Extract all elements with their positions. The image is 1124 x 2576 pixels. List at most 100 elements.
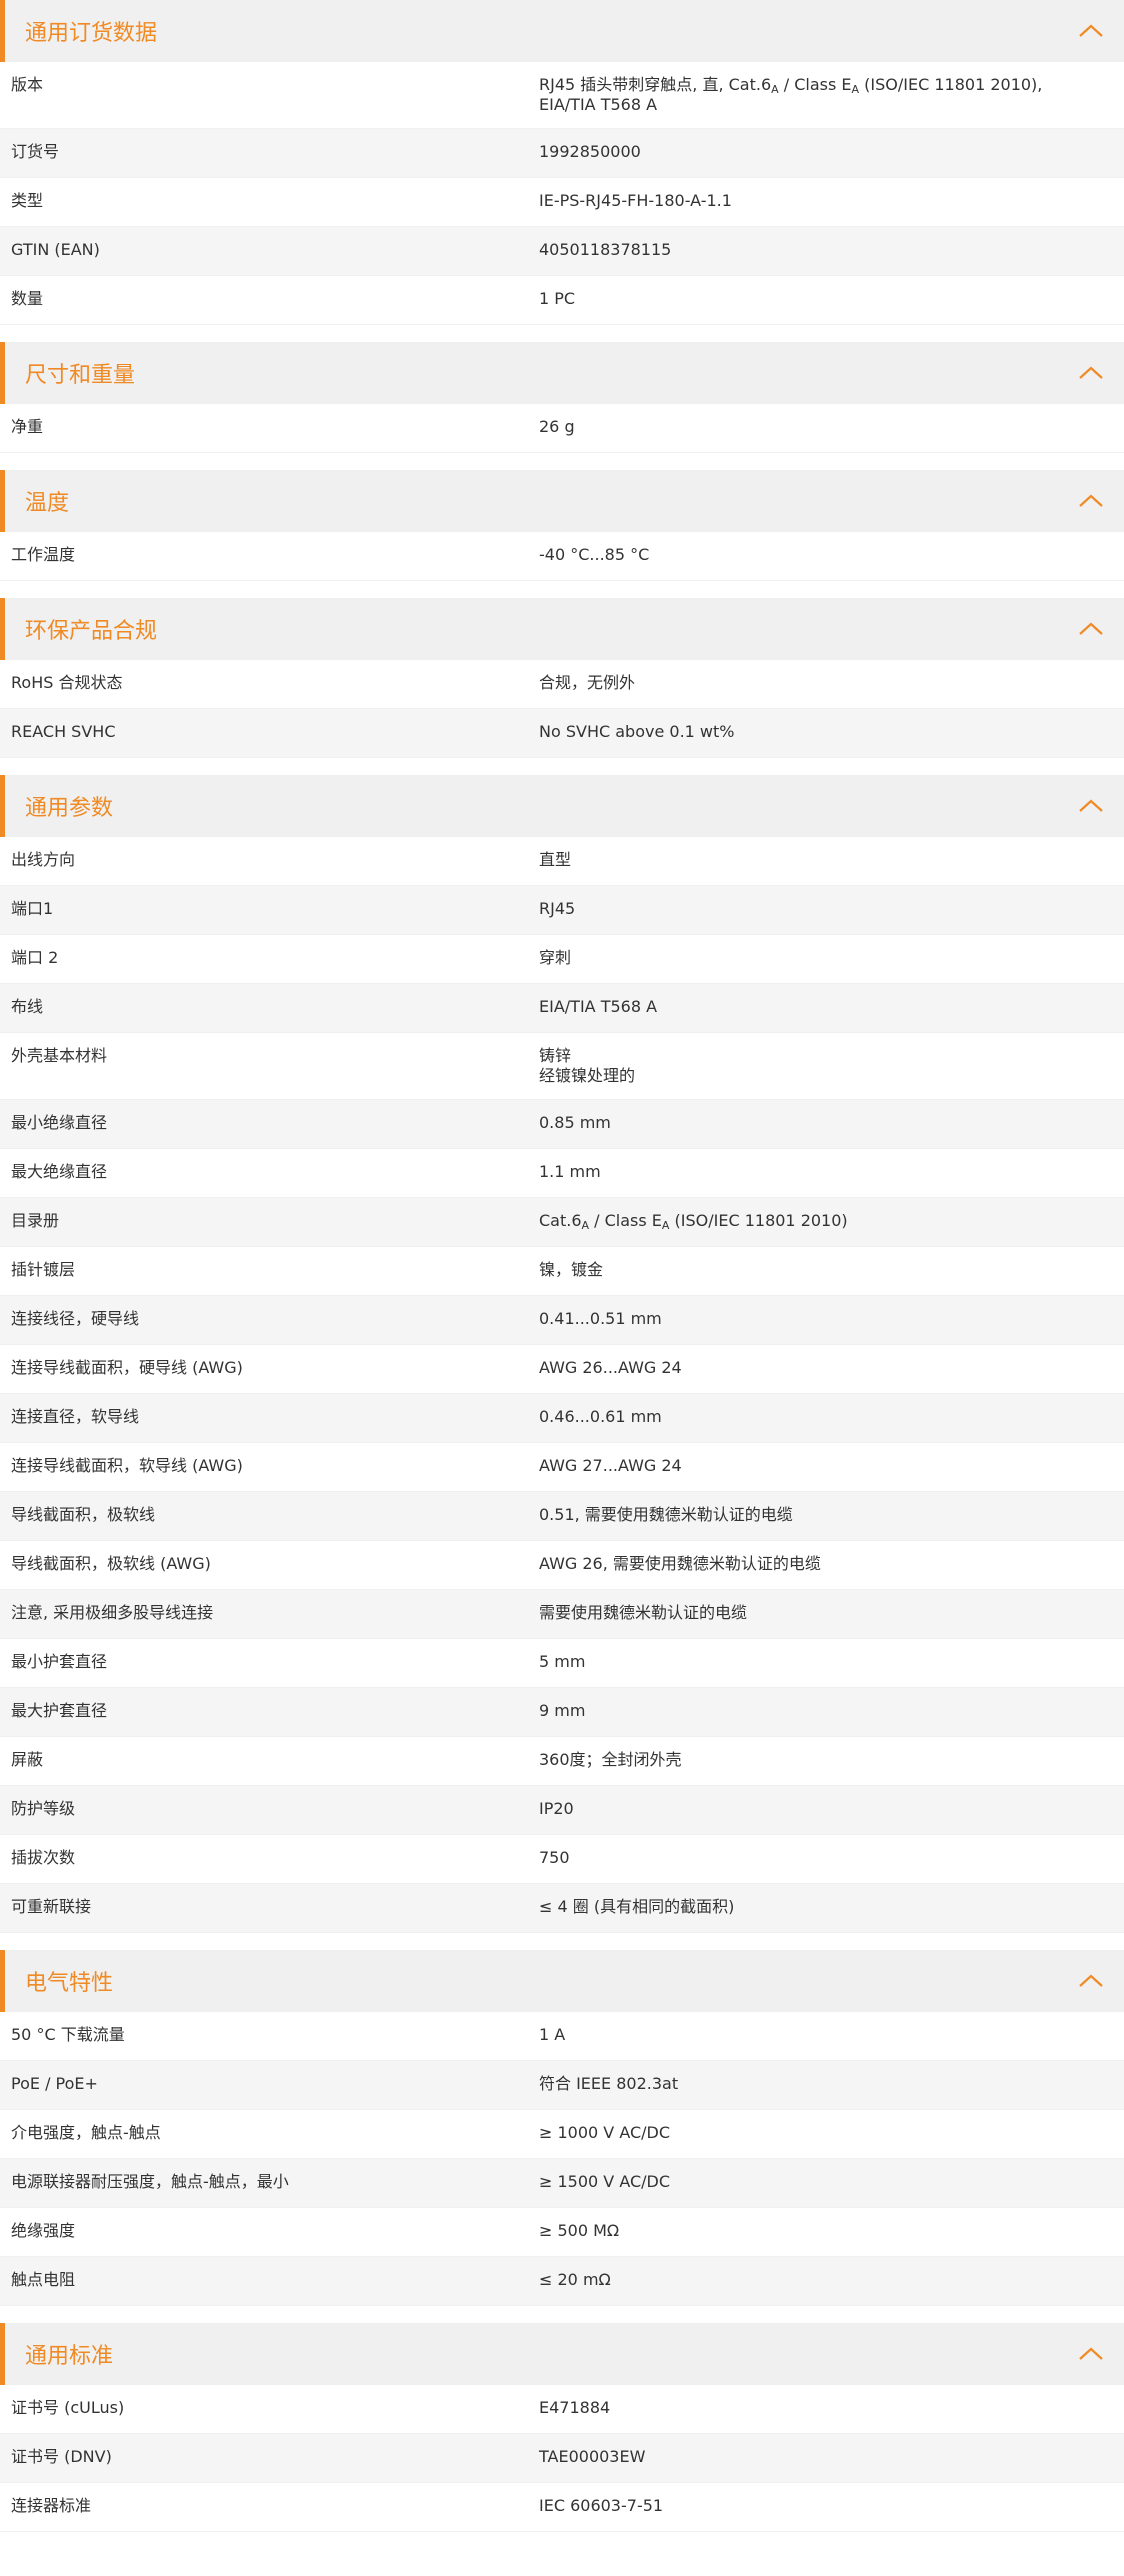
spec-value-part: (ISO/IEC 11801 2010) <box>669 1211 848 1230</box>
spec-label: GTIN (EAN) <box>11 240 100 259</box>
section-body: 版本 RJ45 插头带刺穿触点, 直, Cat.6A / Class EA (IS… <box>0 62 1124 325</box>
spec-row: 连接线径，硬导线 0.41...0.51 mm <box>0 1296 1124 1345</box>
section-header-electrical-characteristics[interactable]: 电气特性 <box>0 1950 1124 2012</box>
spec-row: 最大护套直径 9 mm <box>0 1688 1124 1737</box>
spec-label: 绝缘强度 <box>11 2221 76 2240</box>
spec-row: 外壳基本材料 铸锌 经镀镍处理的 <box>0 1033 1124 1100</box>
section-header-dimensions-weight[interactable]: 尺寸和重量 <box>0 342 1124 404</box>
chevron-up-icon[interactable] <box>1078 621 1104 637</box>
spec-label: 插拔次数 <box>11 1848 76 1867</box>
spec-value: AWG 27...AWG 24 <box>539 1456 682 1475</box>
chevron-up-icon[interactable] <box>1078 798 1104 814</box>
spec-label: 屏蔽 <box>11 1750 44 1769</box>
spec-row: 连接器标准 IEC 60603-7-51 <box>0 2483 1124 2532</box>
spec-value: 26 g <box>539 417 575 436</box>
spec-row: 净重 26 g <box>0 404 1124 453</box>
spec-label: 介电强度，触点-触点 <box>11 2123 161 2142</box>
spec-value: 符合 IEEE 802.3at <box>539 2074 679 2093</box>
spec-row: 电源联接器耐压强度，触点-触点，最小 ≥ 1500 V AC/DC <box>0 2159 1124 2208</box>
chevron-up-icon[interactable] <box>1078 365 1104 381</box>
subscript: A <box>851 83 860 96</box>
spec-label: 证书号 (cULus) <box>11 2398 125 2417</box>
spec-value: 4050118378115 <box>539 240 672 259</box>
chevron-up-icon[interactable] <box>1078 23 1104 39</box>
spec-label: 触点电阻 <box>11 2270 76 2289</box>
chevron-up-icon[interactable] <box>1078 2346 1104 2362</box>
spec-value-part: Cat.6 <box>539 1211 582 1230</box>
spec-label: 目录册 <box>11 1211 60 1230</box>
section-body: 工作温度 -40 °C...85 °C <box>0 532 1124 581</box>
subscript: A <box>771 83 779 96</box>
spec-row: 介电强度，触点-触点 ≥ 1000 V AC/DC <box>0 2110 1124 2159</box>
spec-value: 1992850000 <box>539 142 641 161</box>
spec-label: 连接导线截面积，硬导线 (AWG) <box>11 1358 243 1377</box>
spec-label: 外壳基本材料 <box>11 1046 108 1065</box>
spec-row: RoHS 合规状态 合规，无例外 <box>0 660 1124 709</box>
spec-value: IP20 <box>539 1799 574 1818</box>
spec-label: 版本 <box>11 75 44 94</box>
spec-value: No SVHC above 0.1 wt% <box>539 722 735 741</box>
spec-row: 端口 2 穿刺 <box>0 935 1124 984</box>
spec-label: 最小绝缘直径 <box>11 1113 108 1132</box>
spec-row: 订货号 1992850000 <box>0 129 1124 178</box>
spec-value: ≥ 1000 V AC/DC <box>539 2123 671 2142</box>
spec-value-line: 铸锌 <box>539 1046 572 1065</box>
section-header-temperature[interactable]: 温度 <box>0 470 1124 532</box>
spec-label: 端口 2 <box>11 948 59 967</box>
section-body: 净重 26 g <box>0 404 1124 453</box>
subscript: A <box>581 1219 590 1232</box>
spec-value: 360度；全封闭外壳 <box>539 1750 682 1769</box>
section-header-general-ordering-data[interactable]: 通用订货数据 <box>0 0 1124 62</box>
spec-label: 可重新联接 <box>11 1897 92 1916</box>
spec-value: 1 A <box>539 2025 566 2044</box>
spec-row: 导线截面积，极软线 (AWG) AWG 26, 需要使用魏德米勒认证的电缆 <box>0 1541 1124 1590</box>
spec-label: 注意, 采用极细多股导线连接 <box>11 1603 214 1622</box>
spec-label: 订货号 <box>11 142 60 161</box>
section-header-general-standards[interactable]: 通用标准 <box>0 2323 1124 2385</box>
spec-row: 证书号 (cULus) E471884 <box>0 2385 1124 2434</box>
spec-value: 需要使用魏德米勒认证的电缆 <box>539 1603 748 1622</box>
section-title: 通用标准 <box>25 2344 114 2369</box>
spec-value: ≤ 20 mΩ <box>539 2270 611 2289</box>
spec-label: 连接直径，软导线 <box>11 1407 140 1426</box>
spec-value: RJ45 插头带刺穿触点, 直, Cat.6A / Class EA (ISO/… <box>539 62 1124 128</box>
spec-value: RJ45 <box>539 899 576 918</box>
spec-row: 绝缘强度 ≥ 500 MΩ <box>0 2208 1124 2257</box>
spec-row: 50 °C 下载流量 1 A <box>0 2012 1124 2061</box>
spec-label: 插针镀层 <box>11 1260 76 1279</box>
spec-value: 直型 <box>539 850 572 869</box>
spec-row: 证书号 (DNV) TAE00003EW <box>0 2434 1124 2483</box>
spec-row: 插拔次数 750 <box>0 1835 1124 1884</box>
spec-row: 最大绝缘直径 1.1 mm <box>0 1149 1124 1198</box>
section-header-general-parameters[interactable]: 通用参数 <box>0 775 1124 837</box>
spec-value: 1.1 mm <box>539 1162 601 1181</box>
spec-value: 1 PC <box>539 289 576 308</box>
spec-value: 合规，无例外 <box>539 673 636 692</box>
spec-value-part: / Class E <box>778 75 852 94</box>
section-temperature: 温度 工作温度 -40 °C...85 °C <box>0 470 1124 581</box>
spec-value: 镍，镀金 <box>539 1260 604 1279</box>
spec-value: ≤ 4 圈 (具有相同的截面积) <box>539 1897 735 1916</box>
spec-label: 导线截面积，极软线 (AWG) <box>11 1554 211 1573</box>
chevron-up-icon[interactable] <box>1078 493 1104 509</box>
spec-label: 净重 <box>11 417 44 436</box>
spec-label: 导线截面积，极软线 <box>11 1505 156 1524</box>
spec-row: 导线截面积，极软线 0.51, 需要使用魏德米勒认证的电缆 <box>0 1492 1124 1541</box>
section-body: RoHS 合规状态 合规，无例外 REACH SVHC No SVHC above 0… <box>0 660 1124 758</box>
spec-row: 连接直径，软导线 0.46...0.61 mm <box>0 1394 1124 1443</box>
section-body: 出线方向 直型 端口1 RJ45 端口 2 穿刺 布线 EIA/TIA T568 A 外壳基本材… <box>0 837 1124 1933</box>
spec-label: 50 °C 下载流量 <box>11 2025 125 2044</box>
spec-value: 5 mm <box>539 1652 586 1671</box>
section-title: 通用订货数据 <box>25 21 158 46</box>
spec-value: AWG 26...AWG 24 <box>539 1358 682 1377</box>
spec-value: 0.41...0.51 mm <box>539 1309 662 1328</box>
spec-row: 防护等级 IP20 <box>0 1786 1124 1835</box>
section-header-environmental-compliance[interactable]: 环保产品合规 <box>0 598 1124 660</box>
section-electrical-characteristics: 电气特性 50 °C 下载流量 1 A PoE / PoE+ 符合 IEEE 802.3… <box>0 1950 1124 2306</box>
section-environmental-compliance: 环保产品合规 RoHS 合规状态 合规，无例外 REACH SVHC No SVHC a… <box>0 598 1124 758</box>
spec-row: 连接导线截面积，软导线 (AWG) AWG 27...AWG 24 <box>0 1443 1124 1492</box>
chevron-up-icon[interactable] <box>1078 1973 1104 1989</box>
spec-label: 最大护套直径 <box>11 1701 108 1720</box>
spec-row: 连接导线截面积，硬导线 (AWG) AWG 26...AWG 24 <box>0 1345 1124 1394</box>
spec-label: 出线方向 <box>11 850 76 869</box>
